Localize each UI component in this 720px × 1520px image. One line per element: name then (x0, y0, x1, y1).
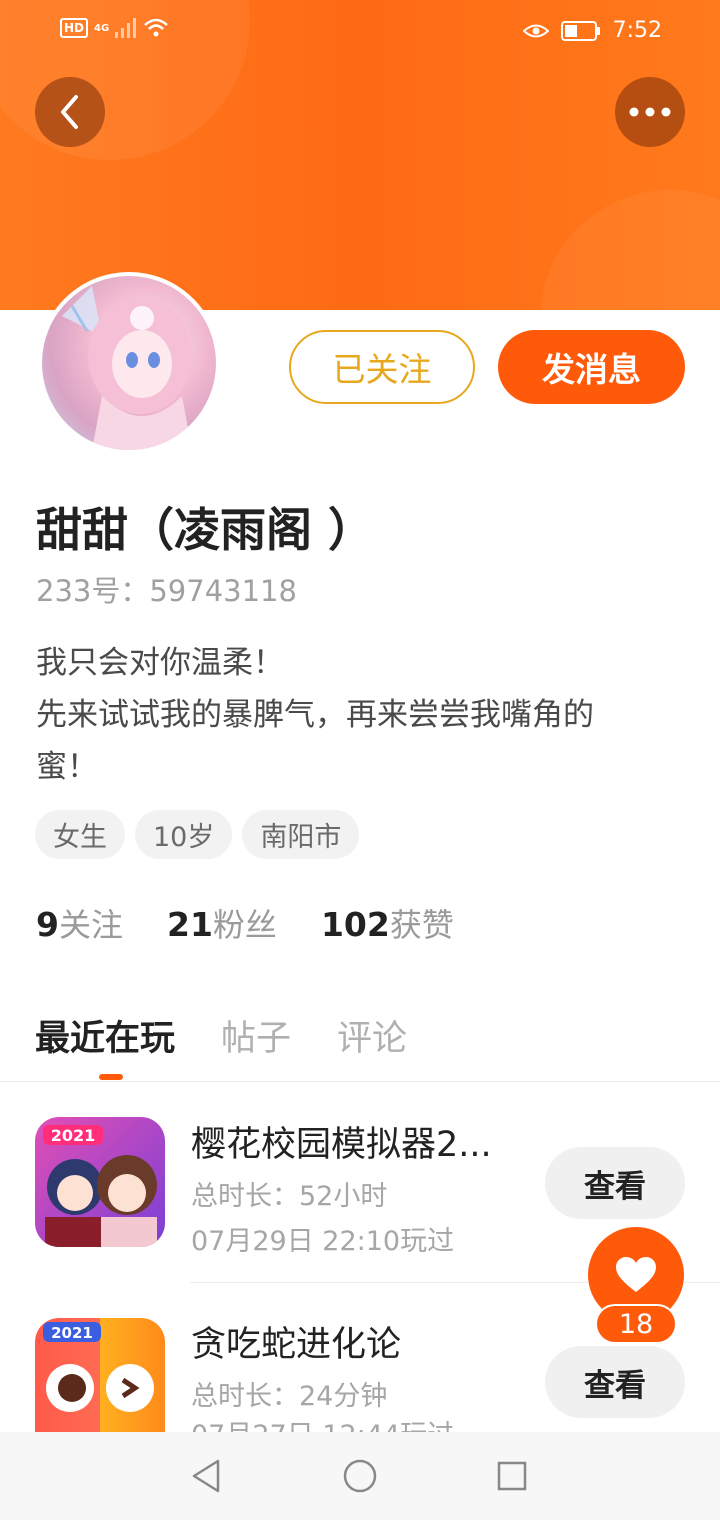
stat-likes-count: 102 (320, 905, 390, 944)
network-type: 4G (94, 22, 110, 34)
game-duration: 总时长：52小时 (191, 1181, 388, 1212)
game-last-played: 07月27日 12:44玩过 (191, 1419, 454, 1432)
game-duration: 总时长：24分钟 (191, 1381, 388, 1412)
game-title[interactable]: 樱花校园模拟器2... (191, 1116, 492, 1167)
profile-name: 甜甜（凌雨阁 ） (36, 503, 375, 557)
send-message-button[interactable]: 发消息 (498, 330, 685, 404)
wifi-icon (144, 18, 169, 37)
home-circle-icon (343, 1459, 377, 1493)
stat-likes: 102 获赞 (321, 900, 454, 946)
heart-icon (616, 1257, 656, 1292)
avatar-image (42, 276, 216, 450)
more-dots-icon (629, 107, 671, 117)
bio-line: 蜜！ (36, 749, 98, 785)
game-last-played-text: 07月27日 12:44玩过 (191, 1420, 454, 1432)
profile-tabs: 最近在玩 帖子 评论 (35, 1010, 407, 1061)
signal-icon (115, 18, 137, 38)
active-tab-indicator (99, 1074, 123, 1080)
tab-comments[interactable]: 评论 (337, 1010, 407, 1061)
followed-button[interactable]: 已关注 (289, 330, 475, 404)
status-bar: HD 4G 7:52 (0, 0, 720, 62)
profile-id: 233号：59743118 (36, 574, 297, 608)
game-art: 2021 (43, 1125, 157, 1247)
tab-recently-played[interactable]: 最近在玩 (35, 1010, 175, 1061)
avatar[interactable] (38, 272, 220, 454)
profile-bio: 我只会对你温柔！ 先来试试我的暴脾气，再来尝尝我嘴角的 蜜！ (36, 637, 686, 793)
tag-gender: 女生 (35, 810, 125, 859)
back-button[interactable] (35, 77, 105, 147)
stat-following[interactable]: 9 关注 (36, 900, 123, 946)
stat-fans-count: 21 (166, 905, 213, 944)
bio-line: 我只会对你温柔！ (36, 645, 284, 681)
eye-icon (522, 24, 549, 37)
stat-fans[interactable]: 21 粉丝 (167, 900, 277, 946)
bio-line: 先来试试我的暴脾气，再来尝尝我嘴角的 (36, 697, 594, 733)
anime-girl-avatar-illustration (62, 286, 192, 450)
like-count-badge: 18 (595, 1304, 677, 1344)
clock: 7:52 (612, 18, 662, 43)
profile-stats: 9 关注 21 粉丝 102 获赞 (36, 900, 498, 946)
chevron-left-icon (61, 95, 78, 129)
profile-tags: 女生 10岁 南阳市 (35, 810, 360, 859)
game-art: 2021 (43, 1322, 154, 1412)
game-title[interactable]: 贪吃蛇进化论 (191, 1316, 401, 1367)
game-icon-snake-evolution[interactable]: 2021 (35, 1318, 165, 1432)
game-last-played: 07月29日 22:10玩过 (191, 1226, 455, 1257)
view-game-button[interactable]: 查看 (545, 1346, 685, 1418)
nav-home-button[interactable] (340, 1456, 380, 1496)
stat-following-label: 关注 (58, 906, 123, 944)
tag-city: 南阳市 (242, 810, 360, 859)
battery-icon (560, 20, 600, 41)
system-nav-bar (0, 1432, 720, 1520)
tabs-divider (0, 1081, 720, 1082)
stat-fans-label: 粉丝 (212, 906, 277, 944)
tag-age: 10岁 (135, 810, 233, 859)
game-year-badge: 2021 (51, 1324, 93, 1342)
more-button[interactable] (615, 77, 685, 147)
tab-posts[interactable]: 帖子 (221, 1010, 291, 1061)
view-game-button[interactable]: 查看 (545, 1147, 685, 1219)
recents-square-icon (497, 1461, 527, 1491)
stat-likes-label: 获赞 (389, 906, 454, 944)
stat-following-count: 9 (36, 905, 59, 944)
nav-back-button[interactable] (186, 1456, 226, 1496)
hd-icon: HD (60, 18, 89, 38)
nav-recents-button[interactable] (492, 1456, 532, 1496)
game-icon-sakura-school[interactable]: 2021 (35, 1117, 165, 1247)
back-triangle-icon (192, 1459, 220, 1493)
game-year-badge: 2021 (51, 1126, 96, 1145)
